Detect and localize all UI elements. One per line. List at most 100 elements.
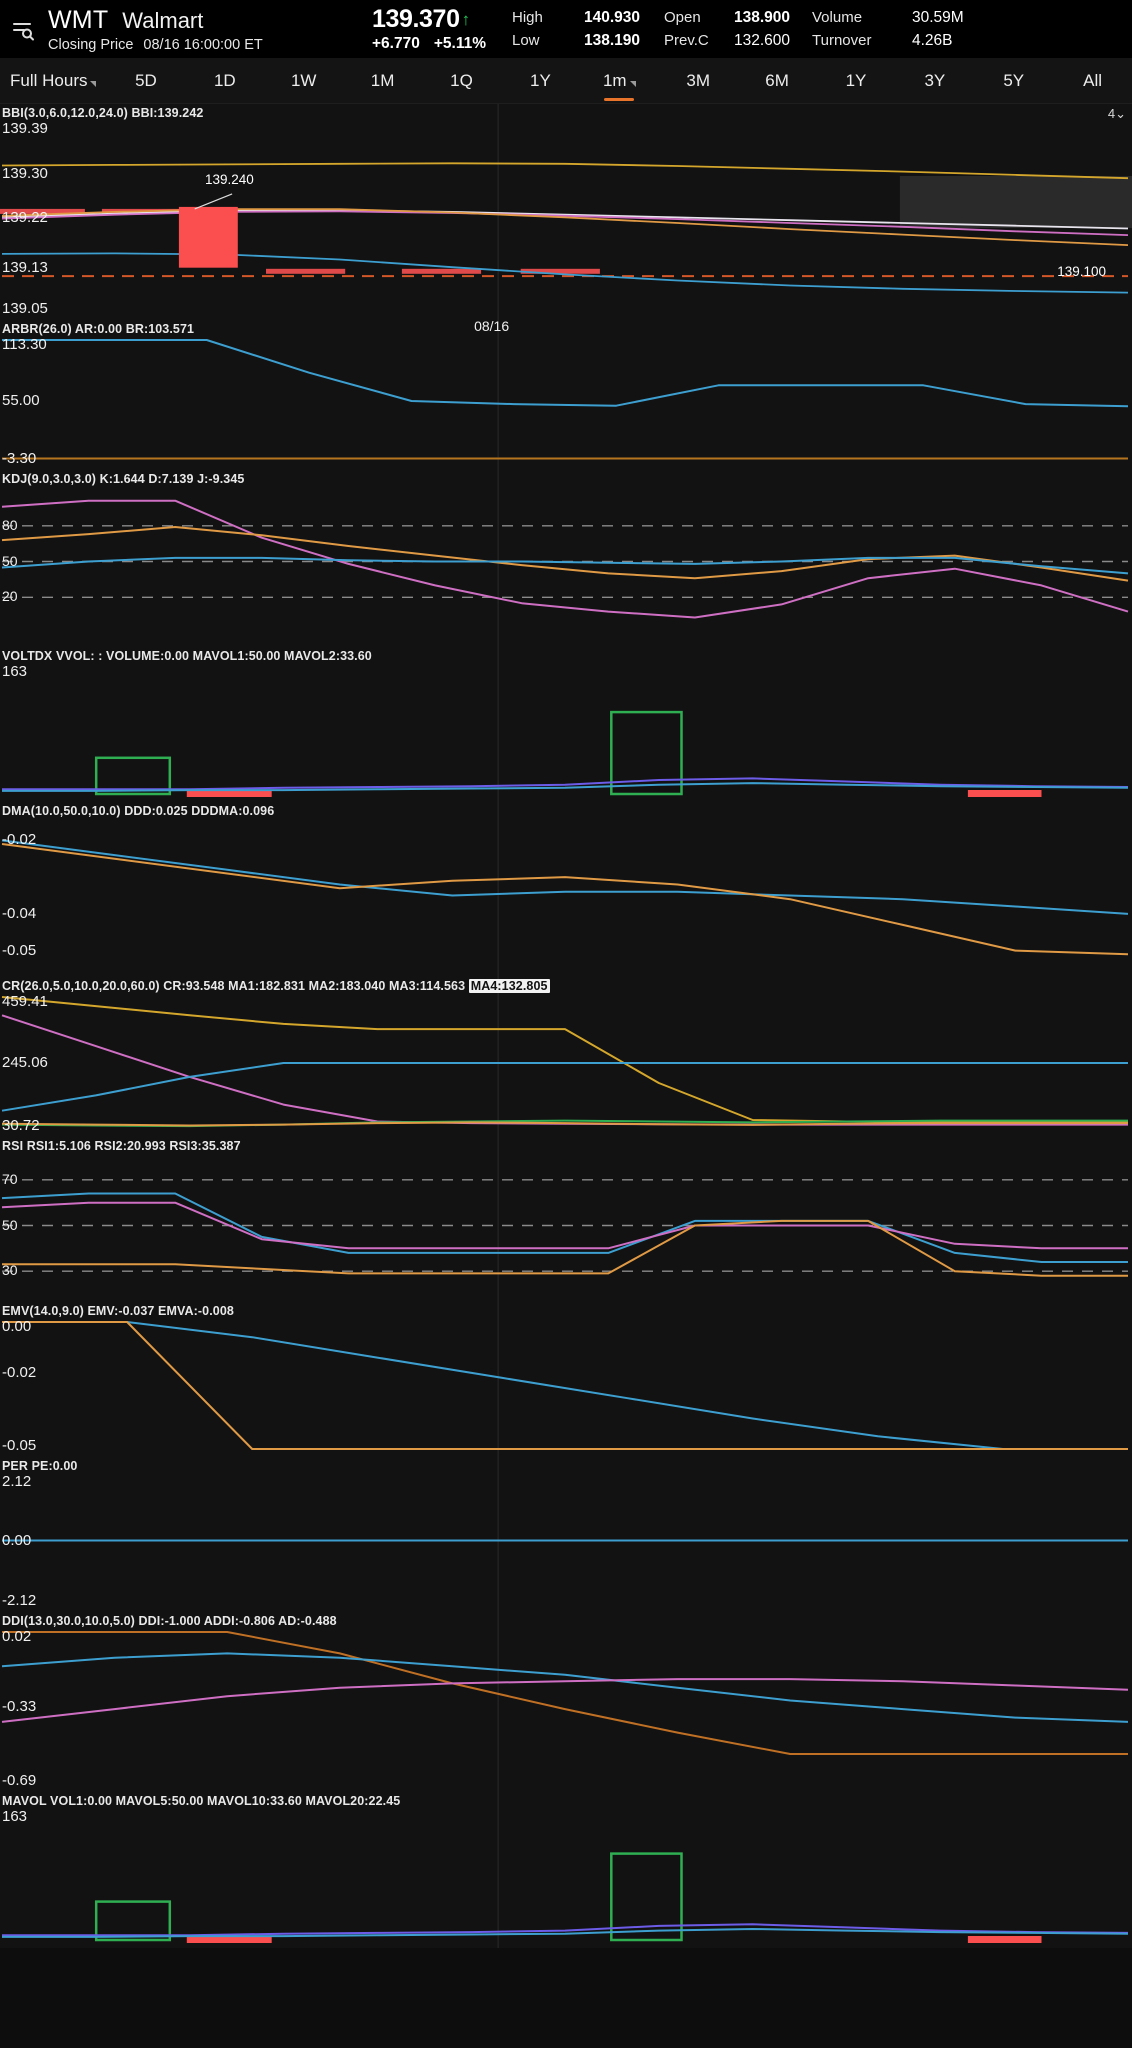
indicator-panel-cr[interactable]: CR(26.0,5.0,10.0,20.0,60.0) CR:93.548 MA…	[0, 977, 1132, 1137]
series-emv	[2, 1321, 1128, 1450]
series-ad	[1, 1678, 1129, 1723]
y-axis-tick-voltdx-0: 163	[2, 663, 28, 680]
series-addi	[1, 1652, 1129, 1723]
y-axis-tick-price-4: 139.05	[2, 300, 48, 317]
menu-search-icon[interactable]	[4, 10, 42, 48]
plot-canvas-cr	[1, 977, 1128, 1137]
quote-timestamp: 08/16 16:00:00 ET	[143, 36, 263, 53]
price-block: 139.370 ↑ +6.770 +5.11%	[372, 5, 512, 53]
timeframe-tab-label: Full Hours	[10, 70, 88, 90]
y-axis-tick-emv-1: -0.02	[2, 1363, 37, 1381]
y-axis-tick-per-0: 2.12	[2, 1473, 32, 1490]
timeframe-tab-1y[interactable]: 1Y	[817, 58, 896, 103]
y-axis-tick-price-2: 139.22	[2, 209, 48, 226]
indicator-title-dma: DMA(10.0,50.0,10.0) DDD:0.025 DDDMA:0.09…	[2, 804, 275, 818]
timeframe-tab-label: 5D	[135, 70, 157, 90]
indicator-panel-kdj[interactable]: KDJ(9.0,3.0,3.0) K:1.644 D:7.139 J:-9.34…	[0, 470, 1132, 647]
indicator-panel-price[interactable]: BBI(3.0,6.0,12.0,24.0) BBI:139.242 139.39…	[0, 104, 1132, 334]
plot-canvas-dma	[1, 802, 1129, 977]
timeframe-tab-3y[interactable]: 3Y	[895, 58, 974, 103]
timeframe-tab-label: All	[1083, 70, 1103, 90]
indicator-panel-per[interactable]: PER PE:0.00 2.12 0.00 -2.12	[0, 1457, 1132, 1612]
timeframe-tab-label: 1Y	[530, 70, 551, 90]
indicator-panel-ddi[interactable]: DDI(13.0,30.0,10.0,5.0) DDI:-1.000 ADDI:…	[0, 1612, 1132, 1792]
timeframe-tab-label: 1D	[213, 70, 236, 90]
timeframe-tab-label: 1W	[290, 70, 317, 90]
y-axis-tick-price-1: 139.30	[2, 164, 48, 182]
quote-status-label: Closing Price	[48, 36, 134, 53]
plot-canvas-arbr	[2, 320, 1129, 470]
y-axis-tick-per-2: -2.12	[2, 1592, 37, 1609]
y-axis-tick-cr-1: 245.06	[2, 1054, 48, 1071]
series-dddma	[1, 843, 1129, 956]
timeframe-tab-1m[interactable]: 1M	[343, 58, 422, 103]
y-axis-tick-rsi-1: 50	[2, 1216, 18, 1233]
stat-value-open: 138.900	[734, 8, 791, 26]
candle-price-annotation: 139.240	[205, 172, 254, 187]
active-tab-indicator	[604, 98, 635, 101]
timeframe-tab-bar[interactable]: Full Hours 5D 1D 1W 1M 1Q 1Y 1m 3M 6M 1Y 3Y 5Y All	[0, 58, 1132, 104]
indicator-title-per: PER PE:0.00	[2, 1459, 78, 1473]
chevron-down-icon	[629, 81, 636, 87]
timeframe-tab-3m[interactable]: 3M	[659, 58, 738, 103]
series-rsi1	[1, 1192, 1128, 1263]
indicator-panel-emv[interactable]: EMV(14.0,9.0) EMV:-0.037 EMVA:-0.008 0.00…	[0, 1302, 1132, 1457]
y-axis-tick-price-3: 139.13	[2, 258, 48, 276]
series-br	[2, 339, 1129, 408]
timeframe-tab-label: 1m	[602, 70, 627, 90]
y-axis-tick-ddi-2: -0.69	[2, 1772, 37, 1789]
y-axis-tick-arbr-2: -3.30	[2, 450, 37, 467]
timeframe-tab-label: 3M	[686, 70, 710, 90]
y-axis-tick-dma-0: -0.02	[2, 831, 37, 849]
plot-canvas-rsi	[1, 1137, 1128, 1302]
y-axis-tick-per-1: 0.00	[2, 1531, 32, 1549]
stat-label-turnover: Turnover	[812, 31, 872, 49]
chevron-down-icon	[90, 81, 97, 87]
stat-label-open: Open	[664, 8, 701, 26]
stat-label-prev-close: Prev.C	[664, 31, 709, 49]
indicator-title-price: BBI(3.0,6.0,12.0,24.0) BBI:139.242	[2, 106, 204, 120]
series-d	[1, 526, 1129, 582]
y-axis-tick-emv-2: -0.05	[2, 1437, 37, 1454]
indicator-title-mavol: MAVOL VOL1:0.00 MAVOL5:50.00 MAVOL10:33.…	[2, 1794, 401, 1808]
chevron-down-icon: ⌄	[1115, 106, 1126, 121]
timeframe-tab-label: 1M	[370, 70, 395, 90]
chart-count-badge[interactable]: 4⌄	[1108, 106, 1126, 122]
timeframe-tab-label: 6M	[765, 70, 789, 90]
y-axis-tick-rsi-2: 30	[2, 1262, 18, 1279]
timeframe-tab-full-hours[interactable]: Full Hours	[0, 58, 107, 103]
y-axis-tick-price-0: 139.39	[2, 120, 48, 137]
indicator-panel-dma[interactable]: DMA(10.0,50.0,10.0) DDD:0.025 DDDMA:0.09…	[0, 802, 1132, 977]
y-axis-tick-arbr-0: 113.30	[2, 336, 47, 353]
y-axis-tick-kdj-0: 80	[2, 516, 18, 533]
timeframe-tab-label: 1Q	[450, 70, 473, 90]
y-axis-tick-emv-0: 0.00	[2, 1318, 32, 1335]
chart-count-value: 4	[1107, 106, 1116, 121]
timeframe-tab-5d[interactable]: 5D	[107, 58, 186, 103]
symbol-block[interactable]: WMT Walmart Closing Price 08/16 16:00:00…	[42, 6, 372, 53]
stat-group-high-low: High 140.930 Low 138.190	[512, 9, 664, 50]
y-axis-tick-ddi-1: -0.33	[2, 1697, 37, 1715]
indicator-panel-rsi[interactable]: RSI RSI1:5.106 RSI2:20.993 RSI3:35.387 70…	[0, 1137, 1132, 1302]
stat-value-high: 140.930	[584, 8, 641, 26]
indicator-panel-arbr[interactable]: ARBR(26.0) AR:0.00 BR:103.571 113.30 55.00…	[0, 320, 1132, 470]
timeframe-tab-1q[interactable]: 1Q	[422, 58, 501, 103]
y-axis-tick-dma-1: -0.04	[2, 904, 37, 922]
timeframe-tab-1d[interactable]: 1D	[185, 58, 264, 103]
timeframe-tab-5y[interactable]: 5Y	[974, 58, 1053, 103]
timeframe-tab-1y[interactable]: 1Y	[501, 58, 580, 103]
indicator-panel-stack: BBI(3.0,6.0,12.0,24.0) BBI:139.242 139.39…	[0, 104, 1132, 1948]
indicator-panel-mavol[interactable]: MAVOL VOL1:0.00 MAVOL5:50.00 MAVOL10:33.…	[0, 1792, 1132, 1948]
stat-label-volume: Volume	[812, 8, 863, 26]
timeframe-tab-all[interactable]: All	[1053, 58, 1132, 103]
plot-canvas-price	[0, 104, 1132, 320]
plot-canvas-per	[2, 1457, 1128, 1612]
stat-value-prev-close: 132.600	[734, 31, 791, 49]
plot-canvas-mavol	[2, 1792, 1129, 1948]
y-axis-tick-kdj-2: 20	[2, 588, 18, 605]
company-name: Walmart	[122, 7, 204, 33]
timeframe-tab-1m[interactable]: 1m	[580, 58, 659, 103]
timeframe-tab-6m[interactable]: 6M	[738, 58, 817, 103]
indicator-panel-voltdx[interactable]: VOLTDX VVOL: : VOLUME:0.00 MAVOL1:50.00 …	[0, 647, 1132, 802]
timeframe-tab-1w[interactable]: 1W	[264, 58, 343, 103]
